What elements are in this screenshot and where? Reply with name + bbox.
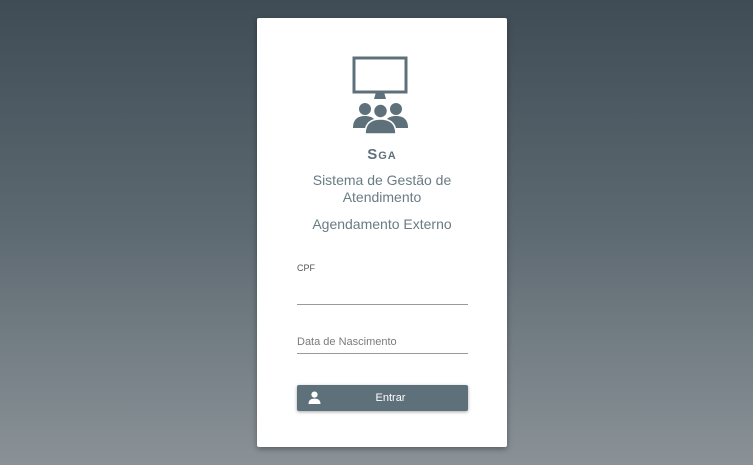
monitor-group-icon [352, 56, 408, 135]
submit-button-label: Entrar [375, 392, 406, 404]
user-icon [308, 391, 321, 404]
birth-date-field-group [297, 332, 468, 354]
system-name: Sistema de Gestão de Atendimento [312, 172, 452, 205]
cpf-label: CPF [297, 263, 315, 273]
brand-logo-text: Sga [367, 146, 397, 163]
login-card: Sga Sistema de Gestão de Atendimento Age… [257, 18, 507, 447]
submit-button[interactable]: Entrar [297, 385, 468, 411]
page-subtitle: Agendamento Externo [312, 216, 452, 232]
cpf-field-group: CPF [297, 263, 468, 305]
birth-date-input[interactable] [297, 332, 468, 354]
cpf-input[interactable] [297, 283, 468, 305]
